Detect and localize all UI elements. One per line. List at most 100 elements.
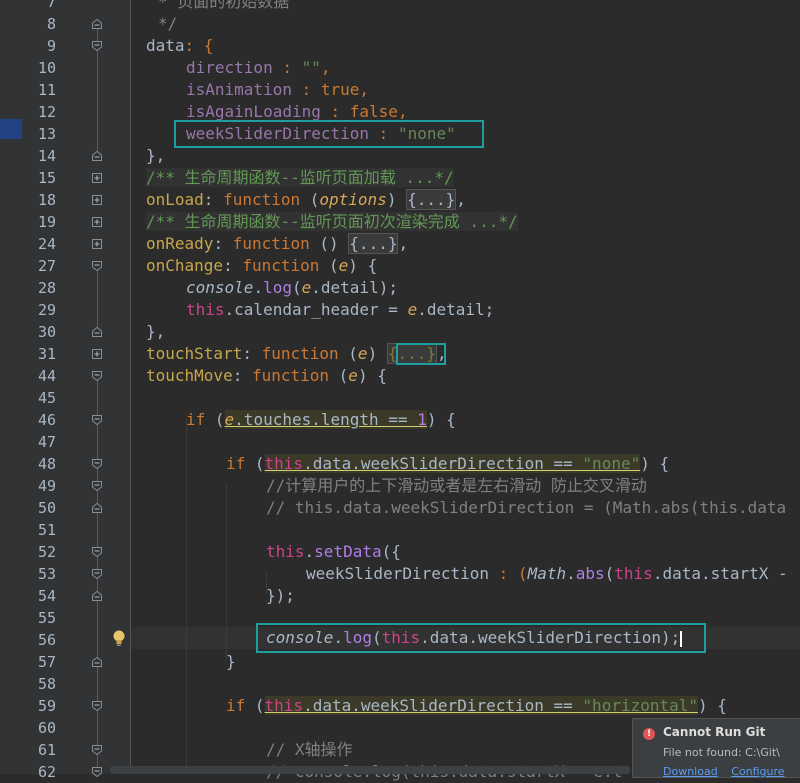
fold-expand-icon[interactable] (92, 349, 102, 359)
paren: ) { (640, 454, 670, 473)
fold-collapse-icon[interactable] (92, 19, 102, 29)
error-icon: ! (643, 728, 655, 740)
line-number: 45 (37, 389, 56, 407)
code-line-59[interactable]: if (this.data.weekSliderDirection == "ho… (146, 695, 800, 717)
code-line-9[interactable]: data: { (146, 35, 800, 57)
line-number: 58 (37, 675, 56, 693)
line-number: 29 (37, 301, 56, 319)
code-line-52[interactable]: this.setData({ (146, 541, 800, 563)
line-number: 12 (37, 103, 56, 121)
highlight-box (174, 120, 484, 148)
code-line-44[interactable]: touchMove: function (e) { (146, 365, 800, 387)
line-number: 55 (37, 609, 56, 627)
fold-expand-icon[interactable] (92, 195, 102, 205)
comment: * 页面的初始数据 (158, 0, 290, 11)
sep: : (320, 102, 350, 121)
member: .detail; (417, 300, 495, 319)
code-line-11[interactable]: isAnimation : true, (146, 79, 800, 101)
prop: isAnimation (186, 80, 292, 99)
sep: : (291, 80, 321, 99)
paren: ( (319, 256, 339, 275)
fold-collapse-icon[interactable] (92, 415, 102, 425)
fold-collapse-icon[interactable] (92, 371, 102, 381)
fold-expand-icon[interactable] (92, 239, 102, 249)
line-number: 31 (37, 345, 56, 363)
code-line-48[interactable]: if (this.data.weekSliderDirection == "no… (146, 453, 800, 475)
fold-expand-icon[interactable] (92, 217, 102, 227)
this-keyword: this (264, 696, 304, 715)
sep: : (272, 58, 302, 77)
line-number: 47 (37, 433, 56, 451)
fold-collapse-icon[interactable] (92, 41, 102, 51)
keyword: if (226, 454, 246, 473)
fold-collapse-icon[interactable] (92, 261, 102, 271)
line-number: 24 (37, 235, 56, 253)
keyword: function (242, 256, 320, 275)
paren: ( (329, 366, 349, 385)
code-line-8[interactable]: */ (146, 13, 800, 35)
code-line-49[interactable]: //计算用户的上下滑动或者是左右滑动 防止交叉滑动 (146, 475, 800, 497)
fold-collapse-icon[interactable] (92, 701, 102, 711)
fold-expand-icon[interactable] (92, 173, 102, 183)
fold-collapse-icon[interactable] (92, 657, 102, 667)
download-link[interactable]: Download (663, 765, 718, 778)
line-number: 61 (37, 741, 56, 759)
code-line-14[interactable]: }, (146, 145, 800, 167)
punct: }); (266, 586, 295, 605)
code-line-54[interactable]: }); (146, 585, 800, 607)
bool: true (320, 80, 360, 99)
fold-collapse-icon[interactable] (92, 151, 102, 161)
folded-block[interactable]: {...} (348, 233, 399, 254)
fold-collapse-icon[interactable] (92, 503, 102, 513)
code-line-30[interactable]: }, (146, 321, 800, 343)
doc-comment-folded[interactable]: /** 生命周期函数--监听页面初次渲染完成 ...*/ (146, 212, 518, 231)
fold-collapse-icon[interactable] (92, 767, 102, 777)
configure-link[interactable]: Configure (731, 765, 784, 778)
fold-collapse-icon[interactable] (92, 569, 102, 579)
code-line-50[interactable]: // this.data.weekSliderDirection = (Math… (146, 497, 800, 519)
fold-collapse-icon[interactable] (92, 547, 102, 557)
line-number: 8 (46, 15, 56, 33)
member: .calendar_header = (224, 300, 408, 319)
sep: : (213, 234, 233, 253)
code-line-46[interactable]: if (e.touches.length == 1) { (146, 409, 800, 431)
line-number: 9 (46, 37, 56, 55)
sep: : (203, 190, 224, 209)
paren: ) { (348, 256, 378, 275)
horizontal-scrollbar[interactable] (110, 766, 630, 774)
method-key: onReady (146, 234, 214, 253)
line-number: 44 (37, 367, 56, 385)
fold-collapse-icon[interactable] (92, 745, 102, 755)
doc-comment-folded[interactable]: /** 生命周期函数--监听页面加载 ...*/ (146, 168, 454, 187)
code-line-53[interactable]: weekSliderDirection : (Math.abs(this.dat… (146, 563, 800, 585)
highlight-box (396, 343, 446, 365)
fold-collapse-icon[interactable] (92, 591, 102, 601)
code-line-27[interactable]: onChange: function (e) { (146, 255, 800, 277)
code-line-28[interactable]: console.log(e.detail); (146, 277, 800, 299)
code-line-18[interactable]: onLoad: function (options) {...}, (146, 189, 800, 211)
code-line-29[interactable]: this.calendar_header = e.detail; (146, 299, 800, 321)
folded-block[interactable]: {...} (406, 189, 457, 210)
code-line-7[interactable]: * 页面的初始数据 (146, 0, 800, 13)
code-line-57[interactable]: } (146, 651, 800, 673)
bool: false (349, 102, 398, 121)
fold-collapse-icon[interactable] (92, 481, 102, 491)
method-key: touchStart (146, 344, 243, 363)
code-line-24[interactable]: onReady: function () {...}, (146, 233, 800, 255)
prop: direction (186, 58, 273, 77)
punct: }, (146, 146, 166, 165)
paren: ( (300, 190, 320, 209)
lightbulb-icon[interactable] (112, 629, 126, 647)
line-number: 62 (37, 763, 56, 781)
fold-collapse-icon[interactable] (92, 327, 102, 337)
git-error-notification[interactable]: ! Cannot Run Git File not found: C:\Git\… (632, 718, 800, 778)
code-line-31[interactable]: touchStart: function (e) {...}, (146, 343, 800, 365)
param: e (338, 256, 349, 275)
code-line-15[interactable]: /** 生命周期函数--监听页面加载 ...*/ (146, 167, 800, 189)
code-line-19[interactable]: /** 生命周期函数--监听页面初次渲染完成 ...*/ (146, 211, 800, 233)
condition: .touches.length == (234, 410, 418, 429)
keyword: function (223, 190, 301, 209)
line-number: 57 (37, 653, 56, 671)
code-line-10[interactable]: direction : "", (146, 57, 800, 79)
fold-collapse-icon[interactable] (92, 459, 102, 469)
